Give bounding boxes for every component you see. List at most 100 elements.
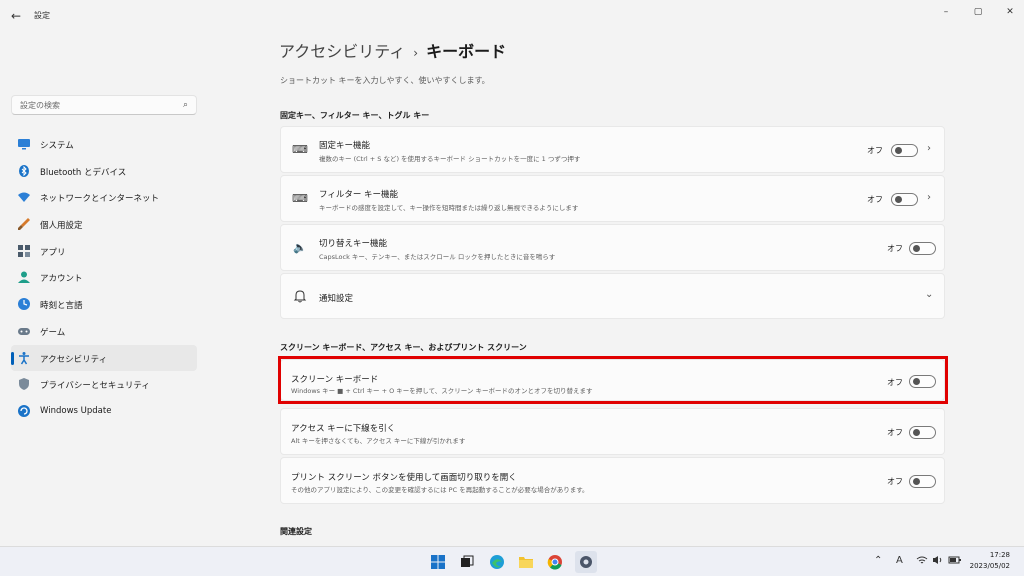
access-keys-underline-desc: Alt キーを押さなくても、アクセス キーに下線が引かれます [291,437,466,445]
apps-icon [17,244,31,258]
sticky-keys-state: オフ [867,146,883,155]
sidebar-item-label: システム [40,141,74,151]
task-view-icon[interactable] [458,553,476,571]
keyboard-filter-icon: ⌨ [292,192,308,205]
search-icon: ⌕ [182,100,188,110]
print-screen-state: オフ [887,477,903,486]
sidebar-item-system[interactable]: システム [11,131,197,158]
gamepad-icon [17,324,31,338]
chevron-right-icon[interactable]: › [927,143,931,154]
sidebar-item-personalization[interactable]: 個人用設定 [11,211,197,238]
minimize-button[interactable]: – [934,4,958,20]
sidebar-item-bluetooth[interactable]: Bluetooth とデバイス [11,158,197,185]
app-title: 設定 [34,11,50,20]
sidebar-item-label: 個人用設定 [40,221,83,232]
sidebar-item-time-language[interactable]: 時刻と言語 [11,291,197,318]
filter-keys-state: オフ [867,195,883,204]
sidebar-item-label: ネットワークとインターネット [40,194,160,205]
sidebar-item-label: アクセシビリティ [40,354,108,365]
print-screen-title: プリント スクリーン ボタンを使用して画面切り取りを開く [291,473,517,483]
keyboard-icon: ⌨ [292,143,308,156]
sidebar-item-apps[interactable]: アプリ [11,238,197,265]
access-keys-underline-state: オフ [887,428,903,437]
accessibility-icon [17,351,31,365]
search-box[interactable]: 設定の検索 ⌕ [11,95,197,115]
chevron-down-icon[interactable]: ⌄ [925,289,933,300]
section-heading-onscreen-access-printscreen: スクリーン キーボード、アクセス キー、およびプリント スクリーン [280,343,527,352]
clock-time[interactable]: 17:28 [990,551,1010,559]
ime-indicator[interactable]: A [896,555,903,566]
toggle-keys-card[interactable]: 🔈 切り替えキー機能 CapsLock キー、テンキー、またはスクロール ロック… [280,224,945,271]
maximize-button[interactable]: ▢ [966,4,990,20]
wifi-icon[interactable] [916,555,928,568]
windows-start-icon[interactable] [429,553,447,571]
breadcrumb-separator: › [413,46,419,60]
sticky-keys-card[interactable]: ⌨ 固定キー機能 複数のキー (Ctrl + S など) を使用するキーボード … [280,126,945,173]
sidebar-item-label: 時刻と言語 [40,301,83,312]
sidebar-item-label: アカウント [40,274,83,285]
speaker-icon: 🔈 [293,241,307,254]
page-subtitle: ショートカット キーを入力しやすく、使いやすくします。 [280,76,490,85]
back-arrow-icon[interactable]: ← [8,8,24,24]
shield-icon [17,377,31,391]
globe-clock-icon [17,297,31,311]
clock-date[interactable]: 2023/05/02 [970,562,1010,570]
edge-browser-icon[interactable] [488,553,506,571]
title-bar: ← 設定 – ▢ ✕ [0,0,1024,32]
sticky-keys-toggle[interactable] [891,144,918,157]
chevron-up-icon[interactable]: ⌃ [874,555,882,566]
bell-icon [292,289,308,305]
sidebar-item-label: プライバシーとセキュリティ [40,381,150,392]
sidebar-item-label: Bluetooth とデバイス [40,167,127,178]
sidebar-item-gaming[interactable]: ゲーム [11,318,197,345]
sidebar-nav: システム Bluetooth とデバイス ネットワークとインターネット 個人用設… [11,131,197,425]
search-input[interactable]: 設定の検索 [20,100,60,111]
battery-icon[interactable] [948,555,962,568]
print-screen-card[interactable]: プリント スクリーン ボタンを使用して画面切り取りを開く その他のアプリ設定によ… [280,457,945,504]
section-heading-related-settings: 関連設定 [280,527,312,536]
access-keys-underline-card[interactable]: アクセス キーに下線を引く Alt キーを押さなくても、アクセス キーに下線が引… [280,408,945,455]
highlight-box [278,356,948,404]
breadcrumb-parent[interactable]: アクセシビリティ [279,42,405,61]
settings-gear-icon[interactable] [575,551,597,573]
brush-icon [17,217,31,231]
page-title: キーボード [426,42,507,61]
filter-keys-title: フィルター キー機能 [319,190,399,200]
sidebar-item-accounts[interactable]: アカウント [11,264,197,291]
section-heading-sticky-filter-toggle: 固定キー、フィルター キー、トグル キー [280,111,430,120]
sidebar-item-network[interactable]: ネットワークとインターネット [11,184,197,211]
update-icon [17,404,31,418]
sidebar-item-accessibility[interactable]: アクセシビリティ [11,344,197,372]
sidebar-item-label: Windows Update [40,405,112,416]
sidebar-item-windows-update[interactable]: Windows Update [11,398,197,425]
print-screen-desc: その他のアプリ設定により、この変更を確認するには PC を再起動することが必要な… [291,486,589,494]
person-icon [17,270,31,284]
notification-settings-card[interactable]: 通知設定 ⌄ [280,273,945,319]
wifi-icon [17,190,31,204]
file-explorer-icon[interactable] [517,553,535,571]
chevron-right-icon[interactable]: › [927,192,931,203]
sticky-keys-title: 固定キー機能 [319,141,371,151]
chrome-icon[interactable] [546,553,564,571]
filter-keys-card[interactable]: ⌨ フィルター キー機能 キーボードの感度を設定して、キー操作を短時間または繰り… [280,175,945,222]
sidebar-item-privacy[interactable]: プライバシーとセキュリティ [11,371,197,398]
access-keys-underline-title: アクセス キーに下線を引く [291,424,396,434]
speaker-icon[interactable] [932,555,944,568]
sidebar-item-label: アプリ [40,247,66,258]
toggle-keys-title: 切り替えキー機能 [319,239,388,249]
sidebar-item-label: ゲーム [40,327,66,338]
taskbar: ⌃ A 17:28 2023/05/02 [0,546,1024,576]
access-keys-underline-toggle[interactable] [909,426,936,439]
monitor-icon [17,137,31,151]
toggle-keys-state: オフ [887,244,903,253]
notification-settings-title: 通知設定 [319,294,354,304]
filter-keys-desc: キーボードの感度を設定して、キー操作を短時間または繰り返し無視できるようにします [319,204,579,212]
filter-keys-toggle[interactable] [891,193,918,206]
bluetooth-icon [17,164,31,178]
close-button[interactable]: ✕ [998,4,1022,20]
print-screen-toggle[interactable] [909,475,936,488]
sticky-keys-desc: 複数のキー (Ctrl + S など) を使用するキーボード ショートカットを一… [319,155,581,163]
toggle-keys-toggle[interactable] [909,242,936,255]
breadcrumb: アクセシビリティ › キーボード [279,38,506,62]
toggle-keys-desc: CapsLock キー、テンキー、またはスクロール ロックを押したときに音を鳴ら… [319,253,556,261]
